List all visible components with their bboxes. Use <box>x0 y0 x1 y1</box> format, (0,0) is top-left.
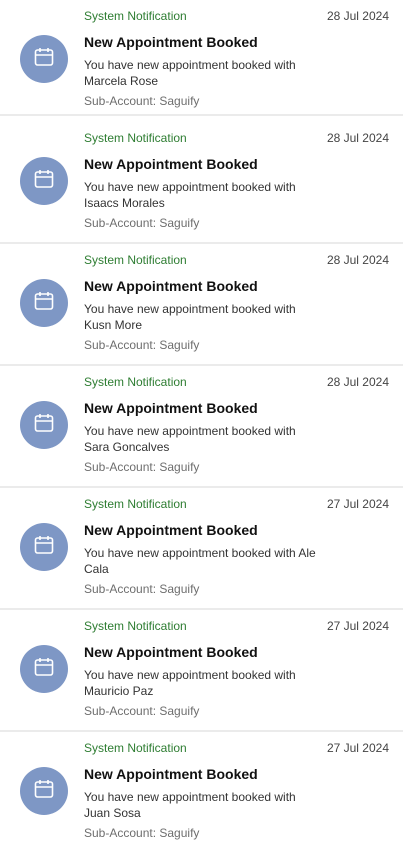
notification-date: 27 Jul 2024 <box>326 619 389 633</box>
notification-sub-account: Sub-Account: Saguify <box>84 338 200 352</box>
notification-sub-account: Sub-Account: Saguify <box>84 460 200 474</box>
notification-sub-account: Sub-Account: Saguify <box>84 704 200 718</box>
notification-type: System Notification <box>84 619 187 633</box>
calendar-icon <box>32 289 56 318</box>
notification-avatar <box>20 35 68 83</box>
notification-date: 27 Jul 2024 <box>326 741 389 755</box>
notification-item[interactable]: System Notification 27 Jul 2024 New Appo… <box>0 610 403 732</box>
notification-message: You have new appointment booked with Kus… <box>84 302 296 332</box>
notification-sub-account: Sub-Account: Saguify <box>84 582 200 596</box>
calendar-icon <box>32 777 56 806</box>
notification-title: New Appointment Booked <box>84 34 258 50</box>
notification-sub-account: Sub-Account: Saguify <box>84 94 200 108</box>
notification-date: 28 Jul 2024 <box>326 253 389 267</box>
calendar-icon <box>32 167 56 196</box>
notification-avatar <box>20 157 68 205</box>
notification-avatar <box>20 279 68 327</box>
notification-date: 27 Jul 2024 <box>326 497 389 511</box>
notification-item[interactable]: System Notification 28 Jul 2024 New Appo… <box>0 366 403 488</box>
notification-item[interactable]: System Notification 28 Jul 2024 New Appo… <box>0 122 403 244</box>
notification-sub-account: Sub-Account: Saguify <box>84 826 200 840</box>
notification-sub-account: Sub-Account: Saguify <box>84 216 200 230</box>
notification-item[interactable]: System Notification 28 Jul 2024 New Appo… <box>0 244 403 366</box>
notification-item[interactable]: System Notification 27 Jul 2024 New Appo… <box>0 488 403 610</box>
notification-message: You have new appointment booked with Jua… <box>84 790 296 820</box>
notification-message: You have new appointment booked with Mau… <box>84 668 296 698</box>
notification-list: System Notification 28 Jul 2024 New Appo… <box>0 0 403 852</box>
notification-message: You have new appointment booked with Isa… <box>84 180 296 210</box>
notification-type: System Notification <box>84 741 187 755</box>
notification-type: System Notification <box>84 253 187 267</box>
notification-avatar <box>20 767 68 815</box>
notification-title: New Appointment Booked <box>84 522 258 538</box>
notification-date: 28 Jul 2024 <box>326 375 389 389</box>
notification-date: 28 Jul 2024 <box>326 131 389 145</box>
notification-title: New Appointment Booked <box>84 156 258 172</box>
notification-message: You have new appointment booked with Ale… <box>84 546 316 576</box>
calendar-icon <box>32 655 56 684</box>
notification-title: New Appointment Booked <box>84 766 258 782</box>
notification-message: You have new appointment booked with Mar… <box>84 58 296 88</box>
notification-title: New Appointment Booked <box>84 400 258 416</box>
notification-date: 28 Jul 2024 <box>326 9 389 23</box>
notification-type: System Notification <box>84 131 187 145</box>
notification-type: System Notification <box>84 9 187 23</box>
calendar-icon <box>32 533 56 562</box>
calendar-icon <box>32 411 56 440</box>
notification-item[interactable]: System Notification 28 Jul 2024 New Appo… <box>0 0 403 116</box>
notification-avatar <box>20 645 68 693</box>
notification-type: System Notification <box>84 497 187 511</box>
calendar-icon <box>32 45 56 74</box>
notification-item[interactable]: System Notification 27 Jul 2024 New Appo… <box>0 732 403 852</box>
notification-type: System Notification <box>84 375 187 389</box>
notification-avatar <box>20 401 68 449</box>
notification-title: New Appointment Booked <box>84 278 258 294</box>
notification-message: You have new appointment booked with Sar… <box>84 424 296 454</box>
notification-title: New Appointment Booked <box>84 644 258 660</box>
notification-avatar <box>20 523 68 571</box>
